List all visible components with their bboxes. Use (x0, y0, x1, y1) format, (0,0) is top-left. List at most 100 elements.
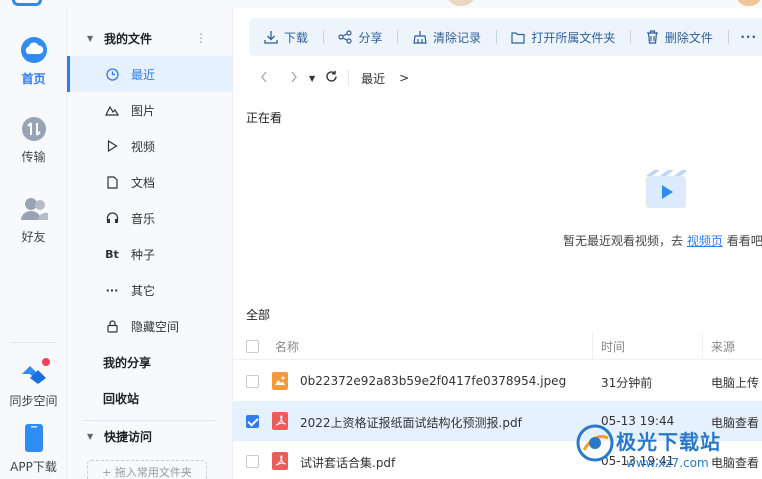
empty-watching-message: 暂无最近观看视频，去 视频页 看看吧 (563, 232, 762, 249)
row-checkbox[interactable] (246, 455, 259, 468)
column-name[interactable]: 名称 (275, 338, 299, 355)
friends-icon (20, 198, 48, 220)
table-row[interactable]: 0b22372e92a83b59e2f0417fe0378954.jpeg 31… (233, 361, 762, 401)
sidebar-item-label: 隐藏空间 (131, 319, 180, 334)
pdf-file-icon (272, 412, 288, 430)
top-strip (0, 0, 762, 8)
breadcrumb-separator: > (399, 71, 410, 85)
folder-icon (511, 31, 526, 44)
back-chevron-icon[interactable] (249, 71, 279, 86)
column-separator (702, 332, 703, 360)
sidebar-item-label: 最近 (131, 67, 156, 82)
sidebar-item-hidden-space[interactable]: 隐藏空间 (67, 308, 233, 344)
rail-sync-space[interactable]: 同步空间 (0, 358, 67, 409)
my-files-header[interactable]: ▼ 我的文件 ⋮ (67, 20, 233, 56)
sidebar-item-recent[interactable]: 最近 (67, 56, 233, 92)
file-name: 2022上资格证报纸面试结构化预测报.pdf (300, 416, 522, 430)
app-logo (12, 0, 42, 6)
watermark-logo-icon (576, 424, 614, 462)
row-checkbox[interactable] (246, 415, 259, 428)
download-label: 下载 (284, 30, 309, 45)
bt-icon: Bt (105, 247, 119, 261)
phone-icon (24, 424, 43, 452)
rail-app-download[interactable]: APP下载 (0, 424, 67, 475)
sidebar-item-label: 文档 (131, 175, 156, 190)
share-button[interactable]: 分享 (323, 18, 397, 56)
rail-sync-space-label: 同步空间 (9, 394, 58, 408)
main-panel: 下载 分享 清除记录 打开所属文件夹 删除文件 ··· ▼ 最近 > 正在看 暂… (233, 8, 762, 479)
open-folder-label: 打开所属文件夹 (531, 30, 616, 45)
watermark-url: www.xz7.com (626, 456, 709, 470)
column-source[interactable]: 来源 (711, 338, 735, 355)
quick-access-drop-zone[interactable]: + 拖入常用文件夹 (87, 460, 207, 479)
rail-transfer[interactable]: 传输 (0, 116, 67, 165)
sidebar-my-share-label: 我的分享 (103, 355, 152, 370)
file-name: 0b22372e92a83b59e2f0417fe0378954.jpeg (300, 374, 567, 388)
video-empty-icon (646, 170, 686, 208)
sidebar-recycle-label: 回收站 (103, 391, 140, 406)
avatar[interactable] (446, 0, 476, 6)
column-time[interactable]: 时间 (601, 338, 625, 355)
sidebar-item-torrents[interactable]: Bt 种子 (67, 236, 233, 272)
watermark-title: 极光下载站 (616, 430, 721, 454)
left-rail: 首页 传输 好友 同步空间 APP下载 (0, 8, 67, 479)
image-file-icon (272, 372, 288, 390)
share-icon (338, 30, 353, 44)
sidebar-item-documents[interactable]: 文档 (67, 164, 233, 200)
forward-chevron-icon[interactable] (279, 71, 309, 86)
sidebar-item-label: 其它 (131, 283, 156, 298)
headphones-icon (103, 212, 121, 224)
cloud-icon (20, 37, 47, 63)
quick-access-header[interactable]: ▼ 快捷访问 (67, 418, 233, 454)
collapse-triangle-icon: ▼ (87, 33, 94, 43)
all-section-title: 全部 (246, 308, 271, 322)
open-folder-button[interactable]: 打开所属文件夹 (496, 18, 630, 56)
rail-divider (10, 342, 57, 343)
row-checkbox[interactable] (246, 375, 259, 388)
ellipsis-icon: ··· (105, 283, 119, 297)
sidebar-item-other[interactable]: ··· 其它 (67, 272, 233, 308)
nav-divider (348, 70, 350, 86)
site-watermark: 极光下载站 www.xz7.com (570, 422, 760, 478)
lock-icon (103, 319, 121, 333)
history-dropdown-icon[interactable]: ▼ (309, 74, 315, 83)
sidebar-item-label: 视频 (131, 139, 156, 154)
rail-transfer-label: 传输 (21, 150, 46, 164)
sidebar-item-label: 音乐 (131, 211, 156, 226)
pdf-file-icon (272, 452, 288, 470)
delete-file-label: 删除文件 (664, 30, 713, 45)
download-button[interactable]: 下载 (249, 18, 323, 56)
sidebar-item-label: 图片 (131, 103, 156, 118)
delete-file-button[interactable]: 删除文件 (631, 18, 728, 56)
sidebar-my-share[interactable]: 我的分享 (67, 344, 233, 380)
share-label: 分享 (358, 30, 383, 45)
rail-app-download-label: APP下载 (10, 460, 57, 474)
rail-home[interactable]: 首页 (0, 36, 67, 87)
file-name: 试讲套话合集.pdf (300, 456, 396, 470)
refresh-icon[interactable] (325, 70, 338, 86)
vertical-more-icon[interactable]: ⋮ (195, 31, 207, 45)
collapse-triangle-icon: ▼ (87, 431, 94, 441)
empty-message-prefix: 暂无最近观看视频，去 (563, 234, 684, 248)
more-actions-button[interactable]: ··· (728, 30, 762, 44)
sidebar-recycle-bin[interactable]: 回收站 (67, 380, 233, 416)
play-icon (103, 140, 121, 152)
video-page-link[interactable]: 视频页 (687, 234, 723, 248)
sidebar-item-videos[interactable]: 视频 (67, 128, 233, 164)
clear-history-button[interactable]: 清除记录 (398, 18, 496, 56)
watching-section-title: 正在看 (246, 111, 283, 125)
mountain-icon (103, 105, 121, 116)
rail-home-label: 首页 (21, 72, 46, 86)
sidebar-item-images[interactable]: 图片 (67, 92, 233, 128)
sidebar-item-label: 种子 (131, 247, 156, 262)
clock-icon (103, 67, 121, 81)
breadcrumb-recent[interactable]: 最近 (361, 70, 385, 87)
quick-access-label: 快捷访问 (104, 429, 153, 444)
rail-friends[interactable]: 好友 (0, 196, 67, 245)
my-files-label: 我的文件 (104, 31, 153, 46)
file-table-header: 名称 时间 来源 (233, 332, 762, 360)
trash-icon (646, 30, 658, 44)
user-avatar[interactable] (736, 0, 762, 6)
select-all-checkbox[interactable] (246, 340, 259, 353)
sidebar-item-music[interactable]: 音乐 (67, 200, 233, 236)
